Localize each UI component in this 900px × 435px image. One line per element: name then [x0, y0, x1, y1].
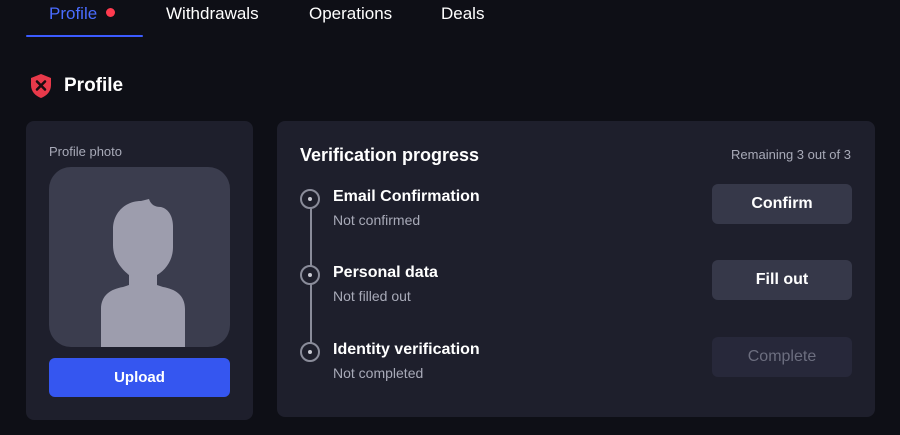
tab-deals-label: Deals: [441, 4, 485, 23]
tab-withdrawals-label: Withdrawals: [166, 4, 259, 23]
profile-photo-label: Profile photo: [49, 144, 122, 159]
step-status: Not filled out: [333, 288, 411, 304]
step-title: Personal data: [333, 264, 438, 281]
step-title: Email Confirmation: [333, 188, 480, 205]
person-silhouette-icon: [101, 199, 185, 347]
step-status: Not confirmed: [333, 212, 421, 228]
active-tab-indicator: [26, 35, 143, 37]
tab-profile[interactable]: Profile: [49, 4, 116, 24]
step-status: Not completed: [333, 365, 424, 381]
confirm-button[interactable]: Confirm: [712, 184, 852, 224]
step-marker-icon: [300, 342, 320, 362]
section-header: Profile: [30, 72, 123, 100]
step-email-confirmation: Email Confirmation Not confirmed Confirm: [300, 184, 852, 231]
shield-x-icon: [30, 73, 52, 99]
step-marker-icon: [300, 265, 320, 285]
tab-profile-label: Profile: [49, 4, 98, 23]
remaining-count: Remaining 3 out of 3: [731, 147, 851, 162]
fill-out-button[interactable]: Fill out: [712, 260, 852, 300]
step-title: Identity verification: [333, 341, 480, 358]
verification-title: Verification progress: [300, 145, 480, 165]
step-marker-icon: [300, 189, 320, 209]
tab-bar: Profile Withdrawals Operations Deals: [0, 0, 900, 40]
verification-card: Verification progress Remaining 3 out of…: [277, 121, 875, 417]
upload-button[interactable]: Upload: [49, 358, 230, 397]
profile-photo-card: Profile photo Upload: [26, 121, 253, 420]
tab-operations-label: Operations: [309, 4, 393, 23]
avatar: [49, 167, 230, 347]
tab-deals[interactable]: Deals: [441, 4, 484, 24]
tab-operations[interactable]: Operations: [309, 4, 392, 24]
page-title: Profile: [64, 75, 124, 96]
complete-button: Complete: [712, 337, 852, 377]
step-personal-data: Personal data Not filled out Fill out: [300, 260, 852, 307]
step-identity-verification: Identity verification Not completed Comp…: [300, 337, 852, 384]
tab-withdrawals[interactable]: Withdrawals: [166, 4, 259, 24]
notification-dot: [106, 8, 116, 17]
